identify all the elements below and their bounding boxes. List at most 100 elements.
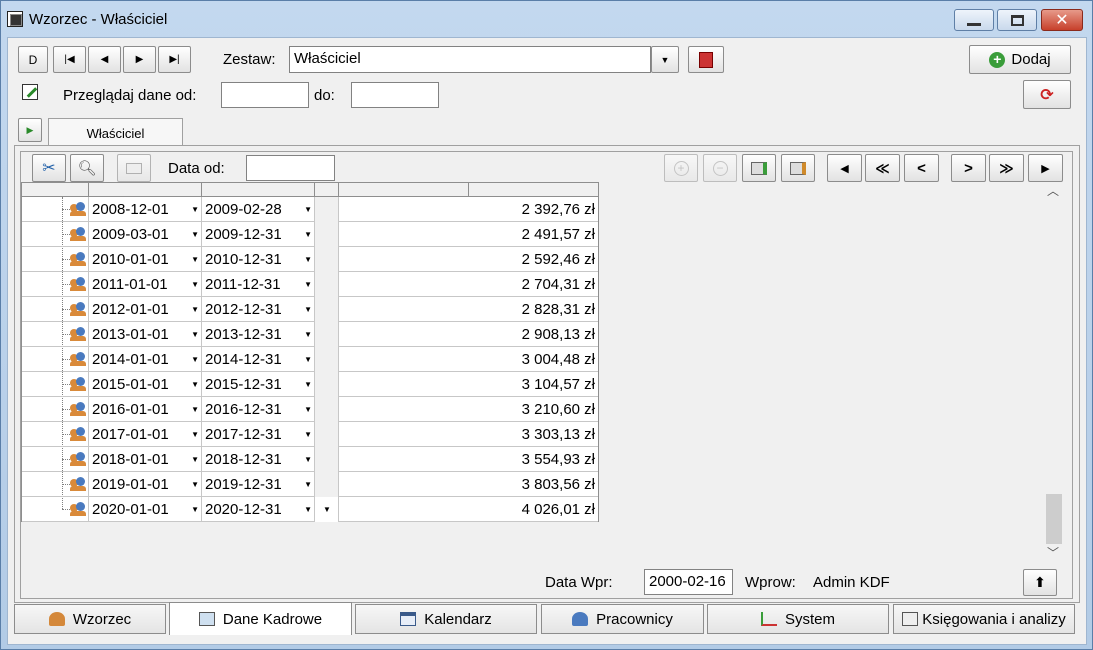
tab-wzorzec[interactable]: Wzorzec (14, 604, 166, 634)
chevron-down-icon[interactable]: ▼ (304, 505, 312, 514)
chevron-down-icon[interactable]: ▼ (304, 380, 312, 389)
tab-ksiegowania[interactable]: Księgowania i analizy (893, 604, 1075, 634)
chevron-down-icon[interactable]: ▼ (191, 455, 199, 464)
scroll-thumb[interactable] (1046, 494, 1062, 544)
chevron-down-icon[interactable]: ▼ (304, 230, 312, 239)
chevron-down-icon[interactable]: ▼ (191, 205, 199, 214)
table-row[interactable]: 2010-01-01 ▼ 2010-12-31 ▼ 2 592,46 zł (22, 247, 598, 272)
flag-cell[interactable] (314, 472, 338, 497)
scroll-top-button[interactable]: ⬆ (1023, 569, 1057, 596)
grid-scrollbar[interactable]: ︿ ﹀ (1043, 182, 1063, 562)
date-to-cell[interactable]: 2019-12-31 (205, 476, 282, 493)
flag-cell[interactable] (314, 372, 338, 397)
date-from-cell[interactable]: 2013-01-01 (92, 326, 169, 343)
chevron-down-icon[interactable]: ▼ (191, 355, 199, 364)
minimize-button[interactable] (954, 9, 994, 31)
tab-wlasciciel[interactable]: Właściciel (48, 118, 183, 148)
tab-expand-button[interactable]: ▶ (18, 118, 42, 142)
chevron-down-icon[interactable]: ▼ (191, 230, 199, 239)
amount-cell[interactable]: 2 491,57 zł (522, 226, 595, 243)
flag-cell[interactable] (314, 422, 338, 447)
date-from-input[interactable] (246, 155, 335, 181)
flag-cell[interactable] (314, 297, 338, 322)
add-button[interactable]: + Dodaj (969, 45, 1071, 74)
chevron-down-icon[interactable]: ▼ (191, 255, 199, 264)
chevron-down-icon[interactable]: ▼ (191, 505, 199, 514)
tab-pracownicy[interactable]: Pracownicy (541, 604, 704, 634)
table-row[interactable]: 2020-01-01 ▼ 2020-12-31 ▼ ▼ 4 026,01 zł (22, 497, 598, 522)
date-to-cell[interactable]: 2014-12-31 (205, 351, 282, 368)
amount-cell[interactable]: 2 592,46 zł (522, 251, 595, 268)
chevron-down-icon[interactable]: ▼ (191, 305, 199, 314)
amount-cell[interactable]: 3 303,13 zł (522, 426, 595, 443)
table-row[interactable]: 2017-01-01 ▼ 2017-12-31 ▼ 3 303,13 zł (22, 422, 598, 447)
chevron-down-icon[interactable]: ▼ (304, 255, 312, 264)
list-add-button[interactable] (742, 154, 776, 182)
amount-cell[interactable]: 2 908,13 zł (522, 326, 595, 343)
chevron-down-icon[interactable]: ▼ (304, 280, 312, 289)
chevron-down-icon[interactable]: ▼ (304, 455, 312, 464)
flag-cell[interactable] (314, 247, 338, 272)
grid-prev-button[interactable]: < (904, 154, 939, 182)
table-row[interactable]: 2008-12-01 ▼ 2009-02-28 ▼ 2 392,76 zł (22, 197, 598, 222)
add-row-button[interactable]: + (664, 154, 698, 182)
date-to-cell[interactable]: 2017-12-31 (205, 426, 282, 443)
date-from-cell[interactable]: 2016-01-01 (92, 401, 169, 418)
record-first-button[interactable]: |◀ (53, 46, 86, 73)
amount-cell[interactable]: 3 004,48 zł (522, 351, 595, 368)
close-button[interactable]: ✕ (1041, 9, 1083, 31)
flag-cell[interactable] (314, 347, 338, 372)
date-from-cell[interactable]: 2019-01-01 (92, 476, 169, 493)
first-record-button[interactable]: D (18, 46, 48, 73)
grid-next-page-button[interactable]: ≫ (989, 154, 1024, 182)
tools-button[interactable]: ✂ (32, 154, 66, 182)
table-row[interactable]: 2009-03-01 ▼ 2009-12-31 ▼ 2 491,57 zł (22, 222, 598, 247)
table-row[interactable]: 2013-01-01 ▼ 2013-12-31 ▼ 2 908,13 zł (22, 322, 598, 347)
chevron-down-icon[interactable]: ▼ (191, 405, 199, 414)
date-to-cell[interactable]: 2015-12-31 (205, 376, 282, 393)
table-row[interactable]: 2019-01-01 ▼ 2019-12-31 ▼ 3 803,56 zł (22, 472, 598, 497)
date-to-cell[interactable]: 2016-12-31 (205, 401, 282, 418)
tab-kalendarz[interactable]: Kalendarz (355, 604, 537, 634)
chevron-down-icon[interactable]: ▼ (191, 330, 199, 339)
date-from-cell[interactable]: 2008-12-01 (92, 201, 169, 218)
amount-cell[interactable]: 2 704,31 zł (522, 276, 595, 293)
date-from-cell[interactable]: 2012-01-01 (92, 301, 169, 318)
amount-cell[interactable]: 3 803,56 zł (522, 476, 595, 493)
chevron-down-icon[interactable]: ▼ (191, 430, 199, 439)
table-row[interactable]: 2011-01-01 ▼ 2011-12-31 ▼ 2 704,31 zł (22, 272, 598, 297)
chevron-down-icon[interactable]: ▼ (304, 355, 312, 364)
grid-last-button[interactable]: ▶ (1028, 154, 1063, 182)
table-row[interactable]: 2012-01-01 ▼ 2012-12-31 ▼ 2 828,31 zł (22, 297, 598, 322)
chevron-down-icon[interactable]: ▼ (304, 430, 312, 439)
flag-cell[interactable] (314, 447, 338, 472)
list-edit-button[interactable] (781, 154, 815, 182)
date-to-cell[interactable]: 2010-12-31 (205, 251, 282, 268)
flag-cell[interactable] (314, 397, 338, 422)
chevron-down-icon[interactable]: ▼ (191, 480, 199, 489)
flag-cell[interactable] (314, 197, 338, 222)
chevron-down-icon[interactable]: ▼ (304, 405, 312, 414)
date-from-cell[interactable]: 2014-01-01 (92, 351, 169, 368)
zestaw-dropdown-button[interactable]: ▼ (651, 46, 679, 73)
tab-system[interactable]: System (707, 604, 889, 634)
grid-prev-page-button[interactable]: ≪ (865, 154, 900, 182)
flag-cell[interactable]: ▼ (314, 497, 338, 522)
tab-dane-kadrowe[interactable]: Dane Kadrowe (169, 602, 352, 635)
table-row[interactable]: 2015-01-01 ▼ 2015-12-31 ▼ 3 104,57 zł (22, 372, 598, 397)
date-from-cell[interactable]: 2009-03-01 (92, 226, 169, 243)
record-next-button[interactable]: ▶ (123, 46, 156, 73)
table-row[interactable]: 2018-01-01 ▼ 2018-12-31 ▼ 3 554,93 zł (22, 447, 598, 472)
record-last-button[interactable]: ▶| (158, 46, 191, 73)
date-to-cell[interactable]: 2018-12-31 (205, 451, 282, 468)
date-from-cell[interactable]: 2020-01-01 (92, 501, 169, 518)
date-to-cell[interactable]: 2012-12-31 (205, 301, 282, 318)
record-prev-button[interactable]: ◀ (88, 46, 121, 73)
browse-from-input[interactable] (221, 82, 309, 108)
flag-cell[interactable] (314, 222, 338, 247)
date-to-cell[interactable]: 2013-12-31 (205, 326, 282, 343)
date-to-cell[interactable]: 2009-02-28 (205, 201, 282, 218)
date-to-cell[interactable]: 2020-12-31 (205, 501, 282, 518)
id-card-button[interactable] (117, 154, 151, 182)
zestaw-manage-button[interactable] (688, 46, 724, 73)
